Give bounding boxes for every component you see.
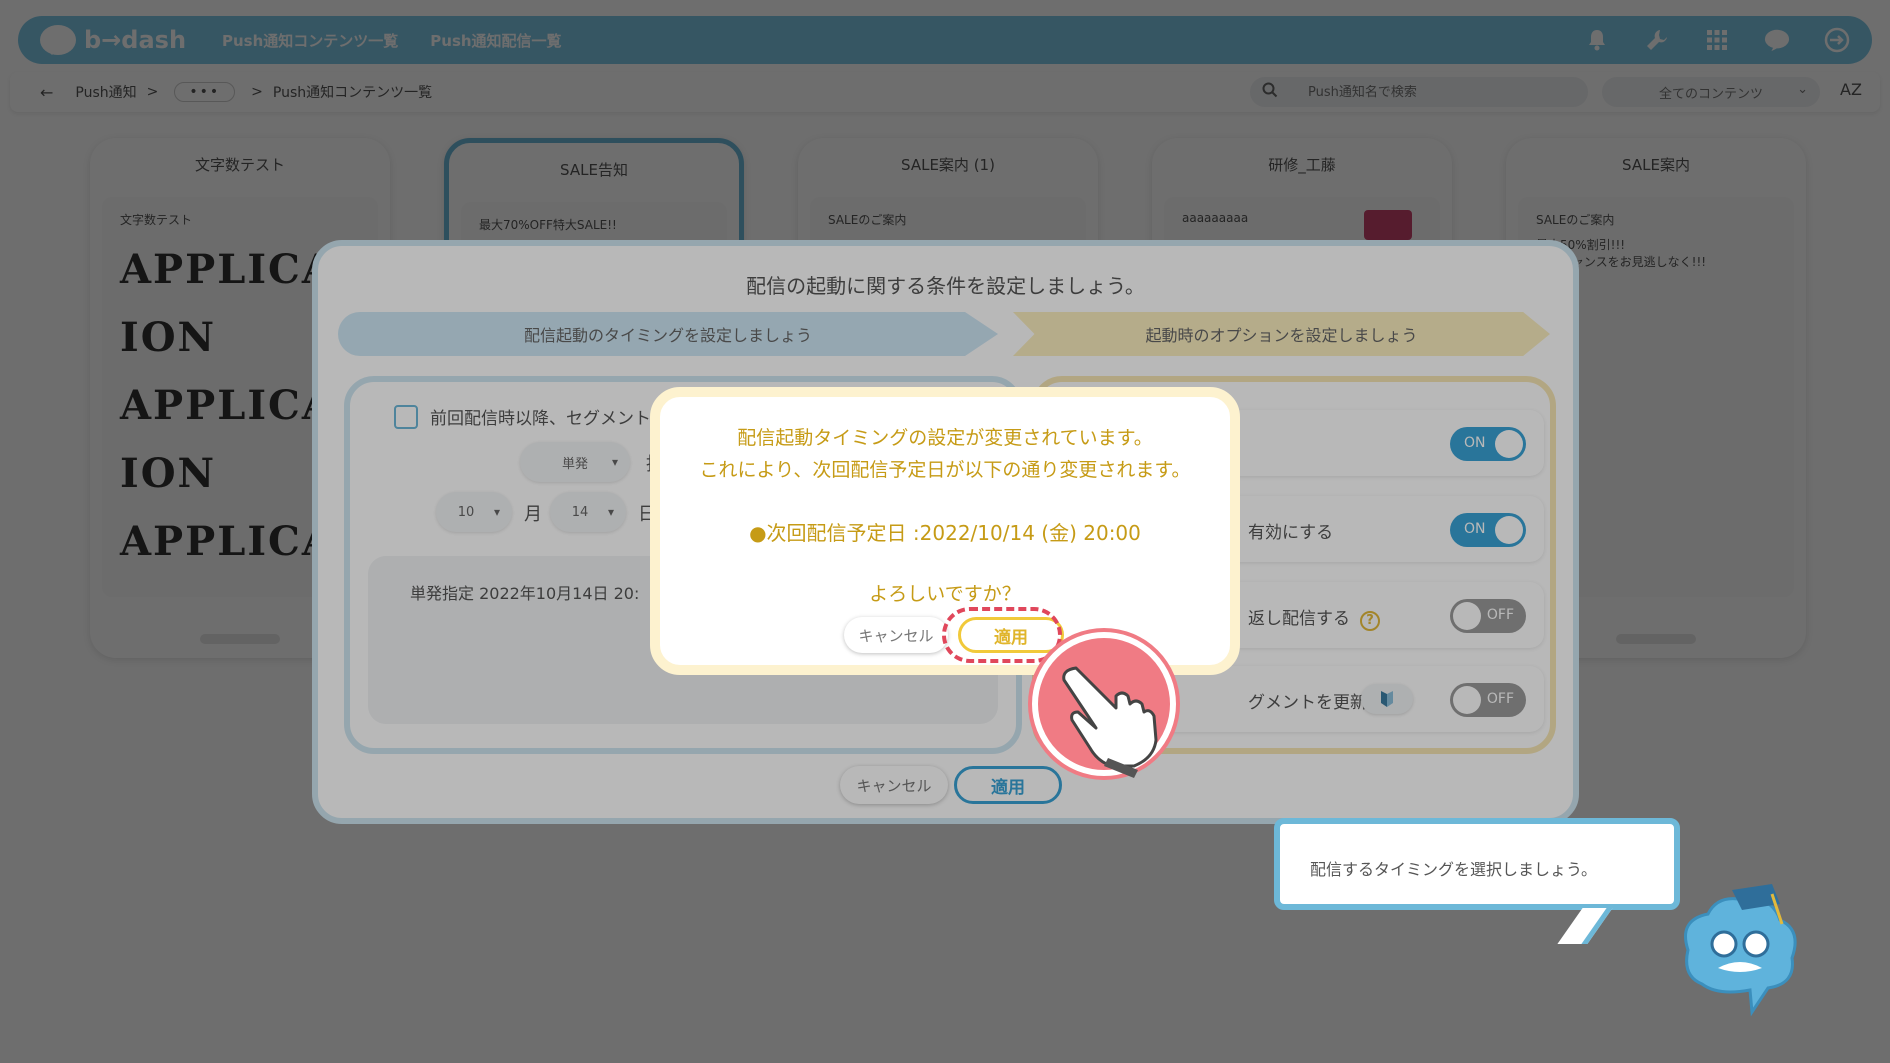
- pointing-hand-icon: [1032, 632, 1176, 778]
- confirm-question: よろしいですか？: [869, 583, 1021, 605]
- confirm-cancel-button[interactable]: キャンセル: [844, 617, 948, 653]
- next-delivery-date: ●次回配信予定日 :2022/10/14 (金) 20:00: [749, 521, 1141, 545]
- confirm-message-line2: これにより、次回配信予定日が以下の通り変更されます。: [699, 459, 1191, 481]
- guide-text: 配信するタイミングを選択しましょう。: [1310, 860, 1598, 879]
- confirm-message-line1: 配信起動タイミングの設定が変更されています。: [737, 427, 1153, 449]
- mascot-icon: [1668, 880, 1808, 1020]
- guide-speech-bubble: 配信するタイミングを選択しましょう。: [1274, 818, 1680, 944]
